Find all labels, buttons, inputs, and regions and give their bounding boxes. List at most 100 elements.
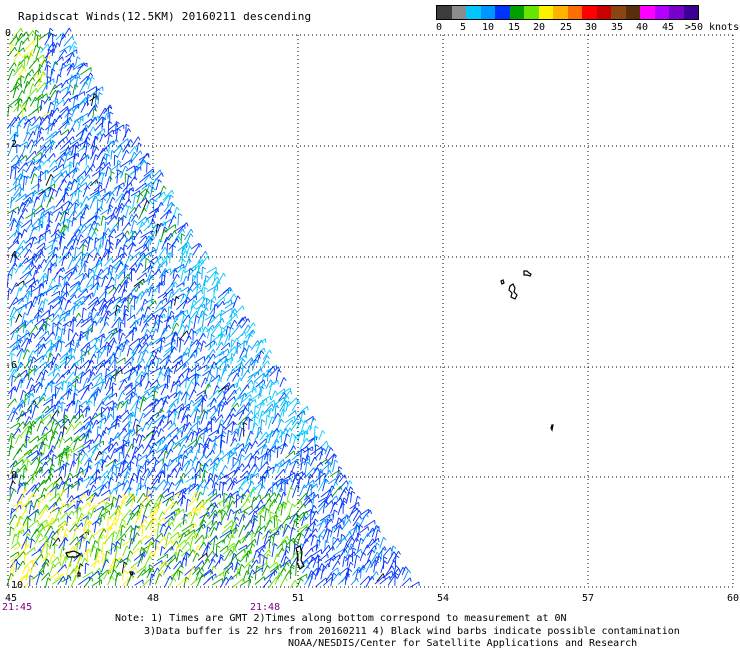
wind-barb: [87, 328, 92, 341]
wind-barb: [82, 548, 91, 556]
wind-barb: [15, 287, 23, 299]
wind-barb: [114, 232, 124, 239]
wind-barb: [16, 443, 26, 455]
wind-barb: [187, 498, 198, 507]
wind-barb: [201, 313, 208, 327]
wind-barb: [95, 362, 106, 375]
wind-barb: [321, 544, 331, 555]
wind-barb: [108, 392, 118, 399]
wind-barb: [409, 581, 420, 588]
wind-barb: [17, 560, 26, 571]
wind-barb: [379, 536, 387, 549]
wind-barb: [271, 412, 281, 425]
wind-barb: [276, 418, 285, 431]
wind-barb: [212, 434, 223, 442]
wind-barb: [250, 340, 260, 351]
wind-barb: [184, 458, 194, 472]
wind-barb: [61, 255, 68, 267]
wind-barb: [121, 439, 128, 454]
wind-barb: [194, 361, 200, 375]
wind-barb: [95, 316, 104, 327]
wind-barb: [31, 151, 43, 160]
wind-barb: [94, 376, 103, 387]
wind-barb: [81, 502, 90, 510]
wind-barb: [216, 390, 225, 399]
wind-barb: [350, 577, 359, 586]
wind-barb: [153, 545, 160, 558]
wind-barb: [24, 272, 33, 281]
wind-barb: [202, 485, 209, 496]
wind-barb: [59, 45, 71, 53]
wind-barb: [56, 396, 65, 407]
wind-barb: [43, 443, 49, 455]
wind-barb: [116, 169, 122, 184]
wind-barb: [29, 435, 40, 444]
wind-barb: [71, 105, 80, 117]
wind-barb: [10, 196, 16, 209]
wind-barb: [189, 406, 199, 418]
wind-barb: [250, 440, 258, 450]
wind-barb: [232, 295, 241, 309]
wind-barb: [142, 341, 154, 353]
wind-barb: [288, 538, 294, 552]
wind-barb: [94, 450, 103, 461]
wind-barb: [142, 421, 150, 432]
wind-barb: [240, 498, 251, 509]
wind-barb: [382, 547, 393, 557]
wind-barb: [84, 142, 91, 156]
wind-barb: [94, 237, 100, 249]
wind-barb: [44, 577, 52, 589]
wind-barb: [247, 564, 253, 575]
wind-barb: [238, 524, 247, 538]
wind-barb: [41, 214, 47, 228]
lat-label: -4: [5, 250, 17, 261]
wind-barb: [37, 64, 43, 75]
wind-barb: [7, 104, 13, 117]
wind-barb: [8, 46, 17, 57]
wind-barb: [26, 122, 33, 135]
wind-barb: [342, 500, 347, 514]
wind-barb: [72, 421, 83, 430]
wind-barb: [34, 510, 40, 522]
wind-barb: [254, 455, 260, 468]
wind-barb: [51, 338, 62, 349]
wind-barb: [158, 511, 166, 521]
wind-barb: [318, 430, 326, 441]
wind-barb: [38, 500, 43, 510]
wind-barb: [262, 349, 272, 360]
wind-barb: [252, 494, 262, 502]
wind-barb: [30, 96, 38, 107]
wind-barb: [130, 399, 141, 412]
wind-barb: [266, 399, 275, 407]
wind-barb: [133, 204, 142, 214]
wind-barb: [73, 342, 81, 353]
wind-barb: [41, 377, 46, 390]
wind-barb: [214, 318, 225, 329]
wind-barb: [304, 499, 313, 507]
wind-barb: [237, 448, 245, 461]
wind-barb: [323, 470, 332, 481]
wind-barb: [11, 568, 18, 580]
wind-barb: [112, 283, 123, 297]
wind-barb: [227, 293, 237, 304]
wind-barb: [56, 564, 67, 574]
wind-barb: [259, 419, 266, 432]
wind-barb: [27, 108, 39, 117]
wind-barb: [201, 544, 211, 557]
wind-barb: [73, 91, 86, 99]
wind-barb: [28, 519, 39, 529]
wind-barb: [279, 491, 287, 503]
wind-barb: [55, 187, 63, 197]
wind-barb: [98, 181, 103, 192]
wind-barb: [28, 58, 40, 70]
wind-barb: [77, 189, 83, 203]
wind-barb: [34, 533, 44, 545]
wind-barb: [118, 379, 128, 391]
wind-barb: [259, 383, 267, 397]
wind-barb: [135, 306, 145, 316]
wind-barb: [14, 262, 24, 274]
wind-barb: [99, 514, 105, 526]
wind-barb: [47, 507, 57, 519]
wind-barb: [22, 175, 28, 190]
wind-barb: [116, 401, 123, 411]
